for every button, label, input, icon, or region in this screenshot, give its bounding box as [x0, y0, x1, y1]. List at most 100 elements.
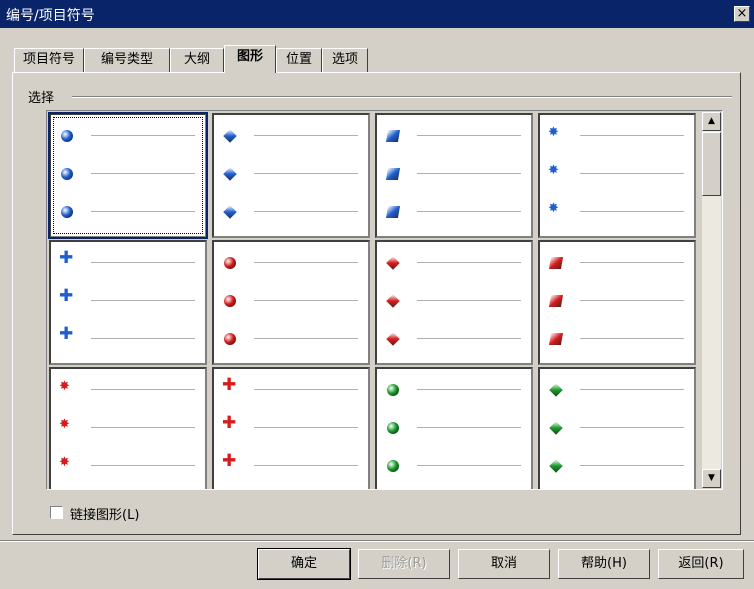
bullet-preview-row [220, 203, 360, 221]
bullet-text-line [580, 465, 684, 466]
green-sphere-icon [387, 384, 399, 396]
bullet-text-line [580, 211, 684, 212]
blue-plus-icon: ✚ [59, 286, 74, 306]
bullet-preview-row [220, 165, 360, 183]
bullet-text-line [417, 427, 521, 428]
tab-graphics[interactable]: 图形 [224, 45, 276, 73]
red-cube-icon [548, 295, 564, 307]
red-plus-icon: ✚ [222, 451, 237, 471]
blue-diamond-icon [223, 167, 237, 181]
red-plus-icon: ✚ [222, 375, 237, 395]
bullet-text-line [91, 300, 195, 301]
bullet-text-line [580, 173, 684, 174]
bullet-text-line [254, 427, 358, 428]
bullet-preview-row [383, 203, 523, 221]
bullet-style-option[interactable] [538, 367, 696, 489]
bullet-preview-row [383, 457, 523, 475]
bullet-text-line [254, 173, 358, 174]
bullet-style-option[interactable]: ✸ ✸ ✸ [538, 113, 696, 238]
red-star-icon: ✸ [59, 417, 70, 432]
bullet-text-line [91, 262, 195, 263]
group-divider [72, 96, 732, 98]
bullet-style-option[interactable] [212, 113, 370, 238]
bullet-text-line [417, 262, 521, 263]
bullet-text-line [254, 262, 358, 263]
bullet-preview-row: ✸ [546, 163, 686, 183]
bullet-text-line [254, 211, 358, 212]
bullet-preview-row [546, 457, 686, 475]
bullet-preview-row: ✚ [57, 250, 197, 272]
bullet-preview-row [57, 203, 197, 221]
green-diamond-icon [549, 383, 563, 397]
bullet-text-line [254, 465, 358, 466]
bullet-preview-row [383, 292, 523, 310]
tab-position[interactable]: 位置 [276, 48, 322, 72]
bullet-style-option[interactable]: ✚ ✚ ✚ [49, 240, 207, 365]
blue-cube-icon [385, 130, 401, 142]
bullet-text-line [580, 389, 684, 390]
blue-diamond-icon [223, 205, 237, 219]
green-diamond-icon [549, 459, 563, 473]
bullet-text-line [417, 389, 521, 390]
reset-button[interactable]: 返回(R) [658, 549, 744, 579]
blue-star-icon: ✸ [548, 125, 559, 140]
link-graphics-checkbox[interactable] [50, 506, 63, 519]
delete-button[interactable]: 删除(R) [358, 549, 450, 579]
bullet-preview-row [383, 165, 523, 183]
bullet-text-line [254, 338, 358, 339]
scroll-up-icon[interactable]: ▲ [702, 112, 721, 131]
vertical-scrollbar[interactable]: ▲ ▼ [702, 112, 721, 488]
bullet-style-option[interactable] [48, 112, 208, 239]
bullet-preview-row [383, 330, 523, 348]
bullet-style-option[interactable] [375, 367, 533, 489]
bullet-text-line [580, 338, 684, 339]
bullet-preview-row: ✸ [57, 417, 197, 437]
bullet-preview-row: ✸ [546, 125, 686, 145]
bullet-preview-row: ✚ [57, 326, 197, 348]
bullet-style-option[interactable]: ✸ ✸ ✸ [49, 367, 207, 489]
bullet-grid: ▲ ▼ ✸ ✸ ✸ ✚ ✚ ✚ ✸ ✸ ✸ ✚ ✚ ✚ [46, 110, 723, 490]
blue-star-icon: ✸ [548, 163, 559, 178]
ok-button[interactable]: 确定 [257, 548, 351, 580]
bullet-style-option[interactable] [212, 240, 370, 365]
tab-bullets[interactable]: 项目符号 [14, 48, 84, 72]
red-sphere-icon [224, 257, 236, 269]
bullet-preview-row: ✸ [546, 202, 686, 221]
blue-cube-icon [385, 168, 401, 180]
green-sphere-icon [387, 422, 399, 434]
tab-options[interactable]: 选项 [322, 48, 368, 72]
red-cube-icon [548, 257, 564, 269]
bullet-preview-row [546, 381, 686, 399]
bullets-numbering-dialog: 编号/项目符号 × 项目符号 编号类型 大纲 图形 位置 选项 选择 ▲ ▼ ✸… [0, 0, 754, 589]
bullet-preview-row [220, 127, 360, 145]
bullet-preview-row [220, 330, 360, 348]
bullet-style-option[interactable] [375, 240, 533, 365]
red-star-icon: ✸ [59, 379, 70, 394]
bullet-preview-row: ✸ [57, 455, 197, 475]
bullet-text-line [254, 300, 358, 301]
bullet-style-option[interactable] [538, 240, 696, 365]
tab-numbering-type[interactable]: 编号类型 [84, 48, 170, 72]
bullet-style-option[interactable] [375, 113, 533, 238]
bullet-text-line [580, 427, 684, 428]
bullet-preview-row: ✚ [57, 286, 197, 310]
red-star-icon: ✸ [59, 455, 70, 470]
tab-outline[interactable]: 大纲 [170, 48, 224, 72]
close-icon[interactable]: × [734, 6, 750, 22]
bullet-style-option[interactable]: ✚ ✚ ✚ [212, 367, 370, 489]
bullet-text-line [417, 300, 521, 301]
scroll-down-icon[interactable]: ▼ [702, 469, 721, 488]
help-button[interactable]: 帮助(H) [558, 549, 650, 579]
green-sphere-icon [387, 460, 399, 472]
bullet-preview-row [383, 254, 523, 272]
red-cube-icon [548, 333, 564, 345]
scroll-thumb[interactable] [702, 132, 721, 196]
bullet-text-line [580, 262, 684, 263]
button-separator [0, 540, 754, 542]
bullet-preview-row [220, 254, 360, 272]
bullet-preview-row: ✚ [220, 451, 360, 475]
cancel-button[interactable]: 取消 [458, 549, 550, 579]
dialog-title: 编号/项目符号 [6, 8, 95, 24]
bullet-text-line [91, 465, 195, 466]
bullet-preview-row [383, 127, 523, 145]
